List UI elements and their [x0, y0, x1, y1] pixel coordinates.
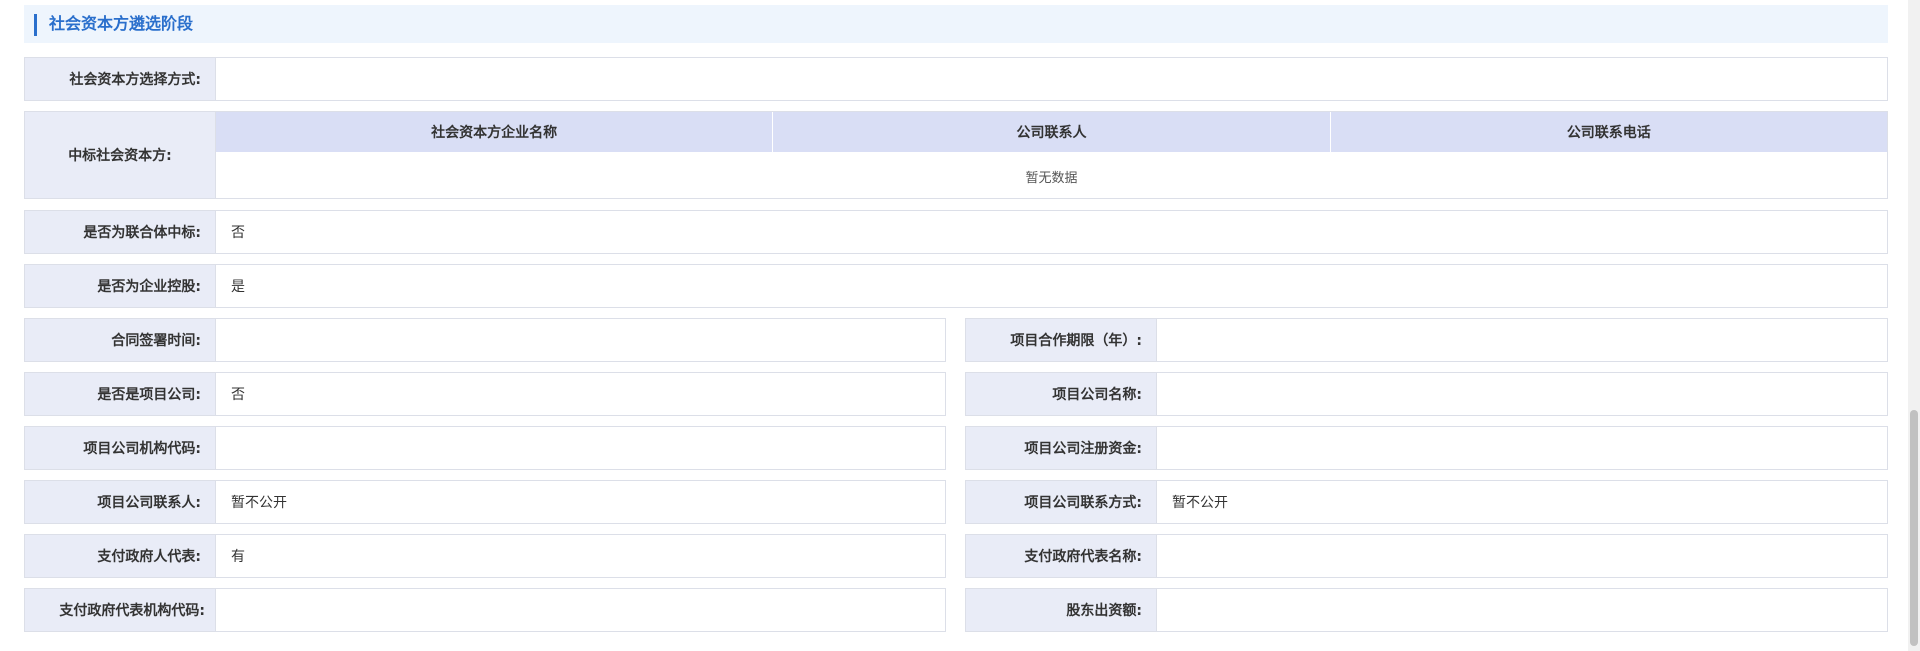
table-empty-text: 暂无数据: [1025, 170, 1078, 186]
row-project-company-name: 项目公司名称:: [24, 372, 1888, 416]
row-enterprise-holding: 是否为企业控股: 是: [24, 264, 1888, 308]
row-consortium: 是否为联合体中标: 否: [24, 210, 1888, 254]
consortium-label: 是否为联合体中标:: [24, 210, 216, 254]
section-header: 社会资本方遴选阶段: [24, 5, 1888, 43]
shareholder-contribution-label: 股东出资额:: [965, 588, 1157, 632]
consortium-value: 否: [215, 210, 1888, 254]
cooperation-period-label: 项目合作期限（年）:: [965, 318, 1157, 362]
enterprise-holding-value: 是: [215, 264, 1888, 308]
gov-rep-name-value: [1156, 534, 1888, 578]
project-company-name-value: [1156, 372, 1888, 416]
winning-bidder-label: 中标社会资本方:: [24, 111, 216, 199]
row-winning-bidder: 中标社会资本方: 社会资本方企业名称 公司联系人 公司联系电话 暂无数据: [24, 111, 1888, 199]
registered-capital-value: [1156, 426, 1888, 470]
row-selection-method: 社会资本方选择方式:: [24, 57, 1888, 101]
project-company-name-label: 项目公司名称:: [965, 372, 1157, 416]
row-shareholder-contribution: 股东出资额:: [24, 588, 1888, 632]
vertical-scrollbar-thumb[interactable]: [1910, 410, 1918, 646]
column-header-company-name: 社会资本方企业名称: [216, 112, 774, 152]
selection-method-label: 社会资本方选择方式:: [24, 57, 216, 101]
row-registered-capital: 项目公司注册资金:: [24, 426, 1888, 470]
row-gov-rep-name: 支付政府代表名称:: [24, 534, 1888, 578]
gov-rep-name-label: 支付政府代表名称:: [965, 534, 1157, 578]
registered-capital-label: 项目公司注册资金:: [965, 426, 1157, 470]
enterprise-holding-label: 是否为企业控股:: [24, 264, 216, 308]
column-header-phone: 公司联系电话: [1566, 125, 1651, 141]
row-cooperation-period: 项目合作期限（年）:: [24, 318, 1888, 362]
table-header: 社会资本方企业名称 公司联系人 公司联系电话: [216, 112, 1887, 152]
column-header-contact: 公司联系人: [773, 112, 1331, 152]
section-title: 社会资本方遴选阶段: [49, 14, 194, 33]
row-company-contact-method: 项目公司联系方式: 暂不公开: [24, 480, 1888, 524]
section-accent-bar: [34, 14, 37, 36]
winning-bidder-table: 社会资本方企业名称 公司联系人 公司联系电话 暂无数据: [215, 111, 1888, 199]
selection-method-value: [215, 57, 1888, 101]
company-contact-method-label: 项目公司联系方式:: [965, 480, 1157, 524]
cooperation-period-value: [1156, 318, 1888, 362]
shareholder-contribution-value: [1156, 588, 1888, 632]
company-contact-method-value: 暂不公开: [1156, 480, 1888, 524]
